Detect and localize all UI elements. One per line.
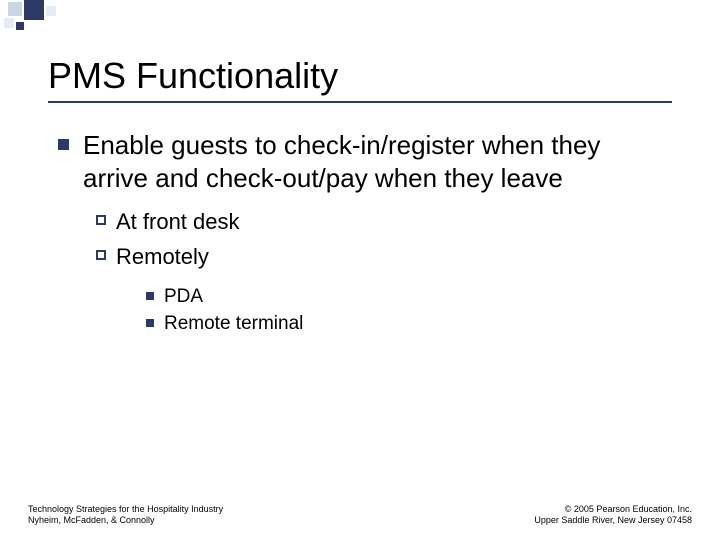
slide-body: PMS Functionality Enable guests to check… — [0, 0, 720, 337]
hollow-square-bullet-icon — [96, 250, 106, 260]
bullet-text: Enable guests to check-in/register when … — [83, 129, 672, 194]
bullet-text: Remotely — [116, 243, 209, 272]
square-bullet-icon — [58, 139, 69, 150]
footer-right-line2: Upper Saddle River, New Jersey 07458 — [534, 515, 692, 526]
small-square-bullet-icon — [146, 319, 154, 327]
bullet-text: PDA — [164, 285, 203, 310]
slide-footer: Technology Strategies for the Hospitalit… — [0, 504, 720, 527]
slide-title: PMS Functionality — [48, 55, 672, 97]
footer-left-line2: Nyheim, McFadden, & Connolly — [28, 515, 223, 526]
footer-right: © 2005 Pearson Education, Inc. Upper Sad… — [534, 504, 692, 527]
bullet-level3: Remote terminal — [146, 312, 672, 337]
small-square-bullet-icon — [146, 292, 154, 300]
corner-decoration — [0, 0, 120, 40]
footer-left-line1: Technology Strategies for the Hospitalit… — [28, 504, 223, 515]
hollow-square-bullet-icon — [96, 215, 106, 225]
bullet-text: At front desk — [116, 208, 240, 237]
bullet-text: Remote terminal — [164, 312, 303, 337]
bullet-level2: Remotely — [96, 243, 672, 272]
footer-left: Technology Strategies for the Hospitalit… — [28, 504, 223, 527]
footer-right-line1: © 2005 Pearson Education, Inc. — [534, 504, 692, 515]
content-area: Enable guests to check-in/register when … — [48, 129, 672, 337]
bullet-level1: Enable guests to check-in/register when … — [58, 129, 672, 194]
bullet-level2: At front desk — [96, 208, 672, 237]
title-underline — [48, 101, 672, 103]
bullet-level3: PDA — [146, 285, 672, 310]
